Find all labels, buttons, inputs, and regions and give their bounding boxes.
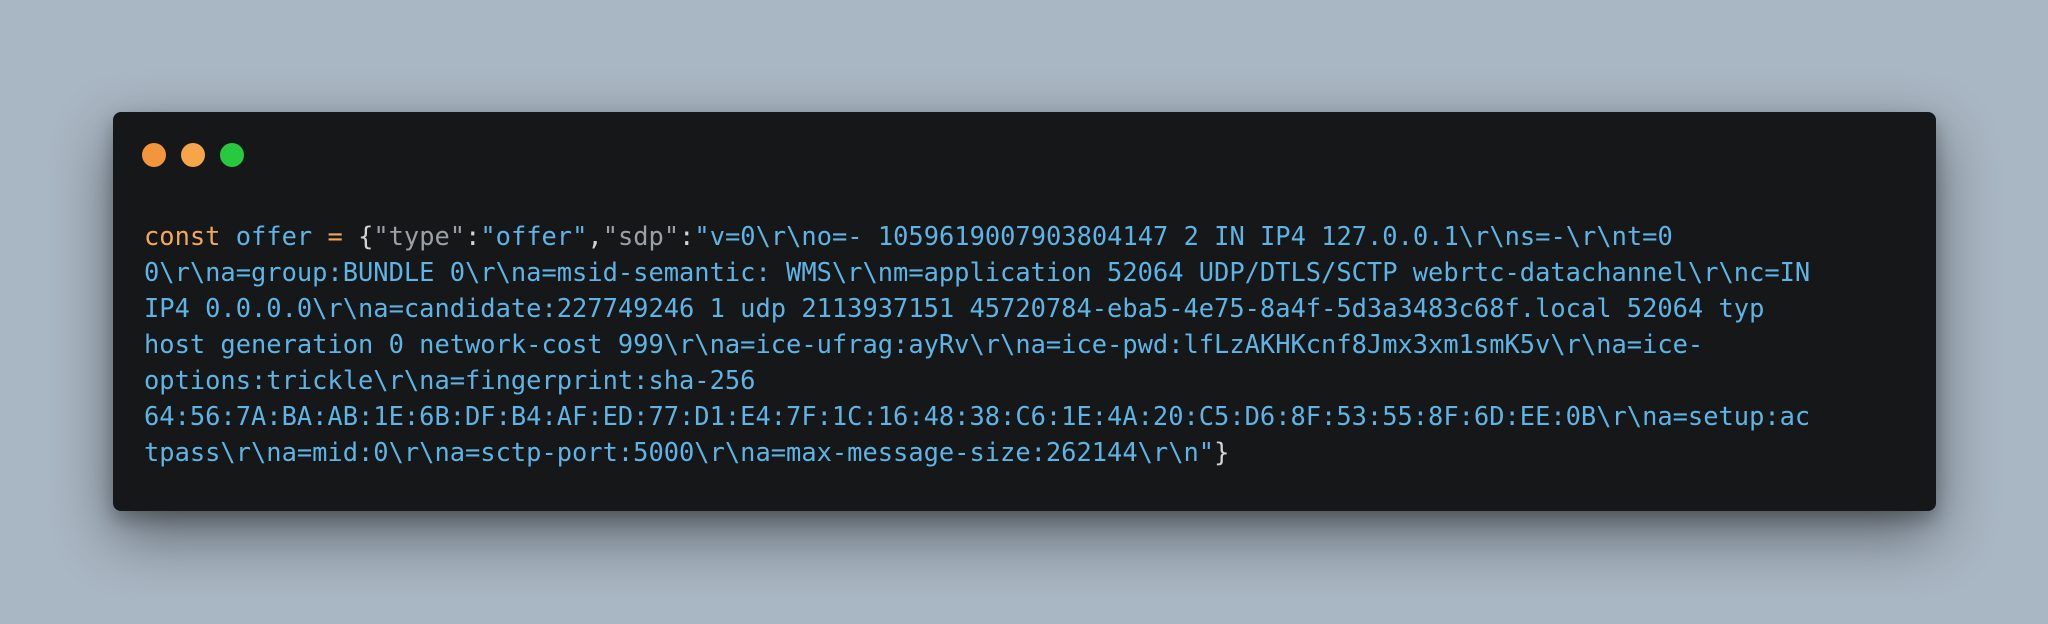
code-token-string: "v=0\r\no=- 1059619007903804147 2 IN IP4… [694,221,1673,251]
code-token-keyword: const [144,221,221,251]
code-token-string: 64:56:7A:BA:AB:1E:6B:DF:B4:AF:ED:77:D1:E… [144,401,1811,431]
code-token-string: options:trickle\r\na=fingerprint:sha-256 [144,365,756,395]
code-token-key: "type" [373,221,466,251]
code-window: const offer = {"type":"offer","sdp":"v=0… [113,112,1936,511]
code-line: options:trickle\r\na=fingerprint:sha-256 [144,362,1914,398]
code-line: IP4 0.0.0.0\r\na=candidate:227749246 1 u… [144,290,1914,326]
code-token-punctuation: } [1214,437,1230,467]
code-line: tpass\r\na=mid:0\r\na=sctp-port:5000\r\n… [144,434,1914,470]
code-token-operator: = [327,221,343,251]
code-line: host generation 0 network-cost 999\r\na=… [144,326,1914,362]
code-line: const offer = {"type":"offer","sdp":"v=0… [144,218,1914,254]
close-button[interactable] [142,143,166,167]
code-token-string: tpass\r\na=mid:0\r\na=sctp-port:5000\r\n… [144,437,1215,467]
zoom-button[interactable] [220,143,244,167]
code-token-punctuation: : [465,221,481,251]
code-block: const offer = {"type":"offer","sdp":"v=0… [144,218,1914,470]
minimize-button[interactable] [181,143,205,167]
code-token-punctuation: , [587,221,603,251]
code-token-identifier: offer [235,221,313,251]
code-token-string: IP4 0.0.0.0\r\na=candidate:227749246 1 u… [144,293,1765,323]
code-token-punctuation: { [358,221,374,251]
code-line: 64:56:7A:BA:AB:1E:6B:DF:B4:AF:ED:77:D1:E… [144,398,1914,434]
code-token-key: "sdp" [602,221,680,251]
code-token-string: 0\r\na=group:BUNDLE 0\r\na=msid-semantic… [144,257,1811,287]
code-token-string: "offer" [480,221,588,251]
code-token-punctuation: : [679,221,695,251]
code-line: 0\r\na=group:BUNDLE 0\r\na=msid-semantic… [144,254,1914,290]
code-token-string: host generation 0 network-cost 999\r\na=… [144,329,1704,359]
